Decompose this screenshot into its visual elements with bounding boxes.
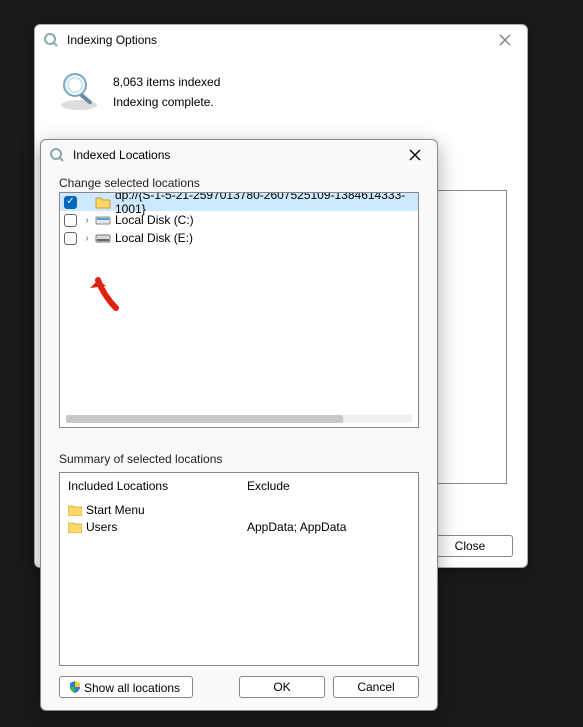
magnifier-icon bbox=[55, 67, 103, 115]
checkbox[interactable] bbox=[64, 214, 77, 227]
folder-icon bbox=[95, 194, 111, 210]
checkbox[interactable] bbox=[64, 196, 77, 209]
tree-row[interactable]: › dp://{S-1-5-21-2597013780-2607525109-1… bbox=[60, 193, 418, 211]
expander-icon[interactable]: › bbox=[81, 215, 93, 226]
included-label: Users bbox=[86, 520, 117, 534]
horizontal-scrollbar[interactable] bbox=[66, 415, 412, 423]
disk-icon bbox=[95, 230, 111, 246]
show-all-locations-button[interactable]: Show all locations bbox=[59, 676, 193, 698]
status-area: 8,063 items indexed Indexing complete. bbox=[35, 55, 527, 119]
close-icon bbox=[499, 34, 511, 46]
parent-close-button[interactable] bbox=[491, 29, 519, 51]
tree-row[interactable]: › Local Disk (E:) bbox=[60, 229, 418, 247]
app-icon bbox=[43, 32, 59, 48]
included-row[interactable]: Start Menu bbox=[68, 501, 231, 518]
included-label: Start Menu bbox=[86, 503, 145, 517]
scrollbar-thumb[interactable] bbox=[66, 415, 343, 423]
app-icon bbox=[49, 147, 65, 163]
exclude-label: AppData; AppData bbox=[247, 520, 346, 534]
checkbox[interactable] bbox=[64, 232, 77, 245]
tree-label: Local Disk (E:) bbox=[115, 231, 193, 245]
change-locations-label: Change selected locations bbox=[59, 176, 437, 190]
indexed-locations-dialog: Indexed Locations Change selected locati… bbox=[40, 139, 438, 711]
cancel-button[interactable]: Cancel bbox=[333, 676, 419, 698]
titlebar: Indexing Options bbox=[35, 25, 527, 55]
locations-tree[interactable]: › dp://{S-1-5-21-2597013780-2607525109-1… bbox=[59, 192, 419, 428]
indexing-status-text: Indexing complete. bbox=[113, 95, 220, 109]
parent-title: Indexing Options bbox=[67, 33, 157, 47]
expander-icon[interactable]: › bbox=[81, 233, 93, 244]
summary-box: Included Locations Start Menu Users Excl… bbox=[59, 472, 419, 666]
included-row[interactable]: Users bbox=[68, 518, 231, 535]
exclude-column: Exclude AppData; AppData bbox=[239, 473, 418, 665]
disk-icon bbox=[95, 212, 111, 228]
folder-icon bbox=[68, 521, 82, 533]
tree-label: Local Disk (C:) bbox=[115, 213, 194, 227]
included-header: Included Locations bbox=[68, 479, 231, 493]
child-close-button[interactable] bbox=[401, 144, 429, 166]
bottom-bar: Show all locations OK Cancel bbox=[59, 676, 419, 698]
exclude-row bbox=[247, 501, 410, 518]
included-column: Included Locations Start Menu Users bbox=[60, 473, 239, 665]
shield-icon bbox=[68, 680, 82, 694]
items-indexed-text: 8,063 items indexed bbox=[113, 75, 220, 89]
child-title: Indexed Locations bbox=[73, 148, 170, 162]
show-all-label: Show all locations bbox=[84, 681, 180, 695]
close-button[interactable]: Close bbox=[427, 535, 513, 557]
exclude-header: Exclude bbox=[247, 479, 410, 493]
summary-label: Summary of selected locations bbox=[59, 452, 437, 466]
folder-icon bbox=[68, 504, 82, 516]
close-icon bbox=[409, 149, 421, 161]
child-titlebar: Indexed Locations bbox=[41, 140, 437, 170]
ok-button[interactable]: OK bbox=[239, 676, 325, 698]
exclude-row: AppData; AppData bbox=[247, 518, 410, 535]
